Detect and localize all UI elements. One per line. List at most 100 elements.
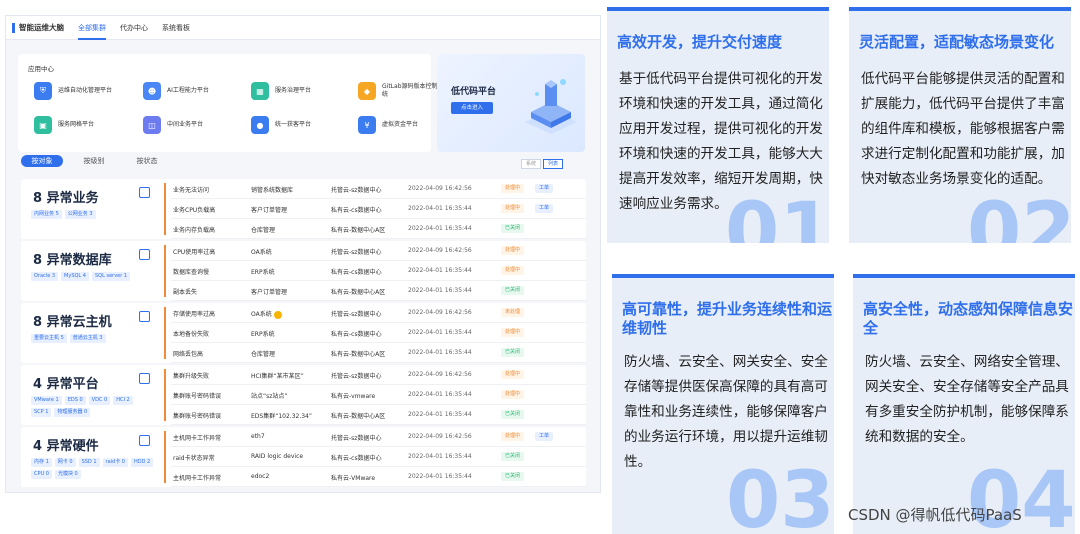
count-tag[interactable]: HDD 2 [131,458,154,467]
table-row[interactable]: CPU使用率过高 OA系统 托管云-sz数据中心 2022-04-09 16:42:5… [171,241,586,261]
view-system-button[interactable]: 系统 [521,159,542,169]
count-tag[interactable]: EDS 0 [64,396,86,405]
app-item[interactable]: ◆ GitLab源码版本控制系统 [358,82,444,100]
row-cell: 主机网卡工作异常 [173,435,222,442]
table-row[interactable]: 集群账号密码错误 站点“sz站点” 私有云-vmware 2022-04-01 16:… [171,385,586,405]
row-cell: 2022-04-01 16:35:44 [408,453,472,460]
count-tag[interactable]: SCP 1 [31,408,52,417]
tab-system-board[interactable]: 系统看板 [162,16,190,40]
app-item[interactable]: ⛨ 运维自动化管理平台 [34,82,120,100]
count-tag[interactable]: CPU 0 [31,470,52,479]
row-cell: 销管系统数据库 [251,187,294,194]
status-badge: 处理中 [501,204,525,213]
group-summary[interactable]: 4 异常平台 VMware 1 EDS 0 VDC 0 HCI 2 SCP 1 物理服务器 … [21,365,161,425]
status-badge: 未处理 [501,308,525,317]
group-divider [164,431,166,483]
table-row[interactable]: 业务CPU负载高 客户订单管理 私有云-cs数据中心 2022-04-01 16:35… [171,199,586,219]
group-title: 4 异常平台 [33,377,99,392]
row-cell: 私有云-cs数据中心 [331,331,382,338]
view-list-button[interactable]: 列表 [543,159,564,169]
count-tag[interactable]: SQL server 1 [92,272,131,281]
count-tag[interactable]: 网卡 0 [54,458,76,467]
work-order-button[interactable]: 工单 [535,184,554,193]
row-cell: 私有云-VMware [331,475,376,482]
filter-by-object[interactable]: 按对象 [21,155,63,167]
app-item[interactable]: ¥ 虚拟资金平台 [358,116,444,134]
row-cell: 2022-04-01 16:35:44 [408,349,472,356]
feature-card-1: 01 高效开发，提升交付速度 基于低代码平台提供可视化的开发环境和快速的开发工具… [607,7,829,243]
group-summary[interactable]: 8 异常业务 内网业务 5 公网业务 3 [21,179,161,239]
feature-card-2: 02 灵活配置，适配敏态场景变化 低代码平台能够提供灵活的配置和扩展能力，低代码… [849,7,1071,243]
count-tag[interactable]: 物理服务器 0 [54,408,91,417]
row-cell: 集群账号密码错误 [173,413,222,420]
table-row[interactable]: 主机网卡工作异常 eth7 托管云-sz数据中心 2022-04-09 16:42:5… [171,427,586,447]
count-tag[interactable]: Oracle 3 [31,272,59,281]
group-tags: Oracle 3 MySQL 4 SQL server 1 [31,272,156,281]
row-cell: 私有云-cs数据中心 [331,455,382,462]
table-row[interactable]: 业务无法访问 销管系统数据库 托管云-sz数据中心 2022-04-09 16:42:… [171,179,586,199]
row-cell: 私有云-数据中心A区 [331,413,386,420]
status-badge: 处理中 [501,370,525,379]
table-row[interactable]: 集群升级失败 HCI集群“某市某区” 托管云-sz数据中心 2022-04-09 16… [171,365,586,385]
money-icon: ¥ [358,116,376,134]
group-summary[interactable]: 8 异常数据库 Oracle 3 MySQL 4 SQL server 1 [21,241,161,301]
app-item[interactable]: ☻ AI工程能力平台 [143,82,229,100]
count-tag[interactable]: MySQL 4 [61,272,89,281]
group-title: 8 异常云主机 [33,315,112,330]
app-item[interactable]: ▣ 服务网格平台 [34,116,120,134]
row-cell: 私有云-vmware [331,393,376,400]
row-cell: edoc2 [251,473,270,480]
count-tag[interactable]: 内网业务 5 [31,210,62,219]
group-divider [164,245,166,297]
group-summary[interactable]: 8 异常云主机重要云主机 5 普通云主机 3 [21,303,161,363]
app-label: 中间业务平台 [167,121,204,128]
row-cell: 私有云-数据中心A区 [331,227,386,234]
filter-by-level[interactable]: 按级别 [73,155,115,167]
shield-icon: ⛨ [34,82,52,100]
app-item[interactable]: ● 统一获客平台 [251,116,337,134]
count-tag[interactable]: VDC 0 [88,396,111,405]
group-tags: 内存 1 网卡 0 SSD 1 raid卡 0 HDD 2 CPU 0 光模块 0 [31,458,156,479]
count-tag[interactable]: SSD 1 [78,458,100,467]
row-cell: 业务内存负载高 [173,227,216,234]
row-cell: HCI集群“某市某区” [251,373,304,380]
brand-title: 智能运维大脑 [19,23,64,32]
tab-all-clusters[interactable]: 全部集群 [78,16,106,40]
app-label: 统一获客平台 [275,121,312,128]
work-order-button[interactable]: 工单 [535,432,554,441]
card-body: 防火墙、云安全、网关安全、安全存储等提供医保高保障的具有高可靠性和业务连续性，能… [624,354,828,470]
group-summary[interactable]: 4 异常硬件 内存 1 网卡 0 SSD 1 raid卡 0 HDD 2 CPU 0 光模块 … [21,427,161,487]
table-row[interactable]: 业务内存负载高 仓库管理 私有云-数据中心A区 2022-04-01 16:35:44… [171,219,586,239]
row-cell: 网络丢包高 [173,351,204,358]
table-row[interactable]: raid卡状态异常 RAID logic device 私有云-cs数据中心 2022… [171,447,586,467]
table-row[interactable]: 数据库查询慢 ERP系统 私有云-cs数据中心 2022-04-01 16:35:44… [171,261,586,281]
table-row[interactable]: 存储使用率过高 OA系统 托管云-sz数据中心 2022-04-09 16:42:56… [171,303,586,323]
table-row[interactable]: 本地备份失败 ERP系统 私有云-cs数据中心 2022-04-01 16:35:44… [171,323,586,343]
count-tag[interactable]: HCI 2 [113,396,133,405]
mesh-icon: ▣ [34,116,52,134]
lowcode-enter-button[interactable]: 点击进入 [451,102,493,114]
row-cell: 2022-04-09 16:42:56 [408,371,472,378]
status-badge: 已关闭 [501,410,525,419]
table-row[interactable]: 副本丢失 客户订单管理 私有云-数据中心A区 2022-04-01 16:35:44 已… [171,281,586,301]
work-order-button[interactable]: 工单 [535,204,554,213]
app-item[interactable]: ◫ 中间业务平台 [143,116,229,134]
row-cell: 客户订单管理 [251,207,288,214]
table-row[interactable]: 集群账号密码错误 EDS集群“102.32.34” 私有云-数据中心A区 2022-0… [171,405,586,425]
count-tag[interactable]: 普通云主机 3 [69,334,106,343]
count-tag[interactable]: 公网业务 3 [64,210,96,219]
filter-by-status[interactable]: 按状态 [126,155,168,167]
card-title: 高可靠性，提升业务连续性和运维韧性 [622,300,833,337]
anomaly-group: 8 异常数据库 Oracle 3 MySQL 4 SQL server 1 CPU使用率… [21,241,586,301]
csdn-watermark: CSDN @得帆低代码PaaS [848,506,1022,524]
count-tag[interactable]: 内存 1 [31,458,52,467]
feature-card-3: 03 高可靠性，提升业务连续性和运维韧性 防火墙、云安全、网关安全、安全存储等提… [612,274,834,534]
count-tag[interactable]: VMware 1 [31,396,62,405]
count-tag[interactable]: raid卡 0 [102,458,128,467]
count-tag[interactable]: 光模块 0 [54,470,81,479]
app-item[interactable]: ▦ 服务治理平台 [251,82,337,100]
table-row[interactable]: 主机网卡工作异常 edoc2 私有云-VMware 2022-04-01 16:35:… [171,467,586,487]
tab-todo-center[interactable]: 代办中心 [120,16,148,40]
count-tag[interactable]: 重要云主机 5 [31,334,67,343]
table-row[interactable]: 网络丢包高 仓库管理 私有云-数据中心A区 2022-04-01 16:35:44 已关… [171,343,586,363]
